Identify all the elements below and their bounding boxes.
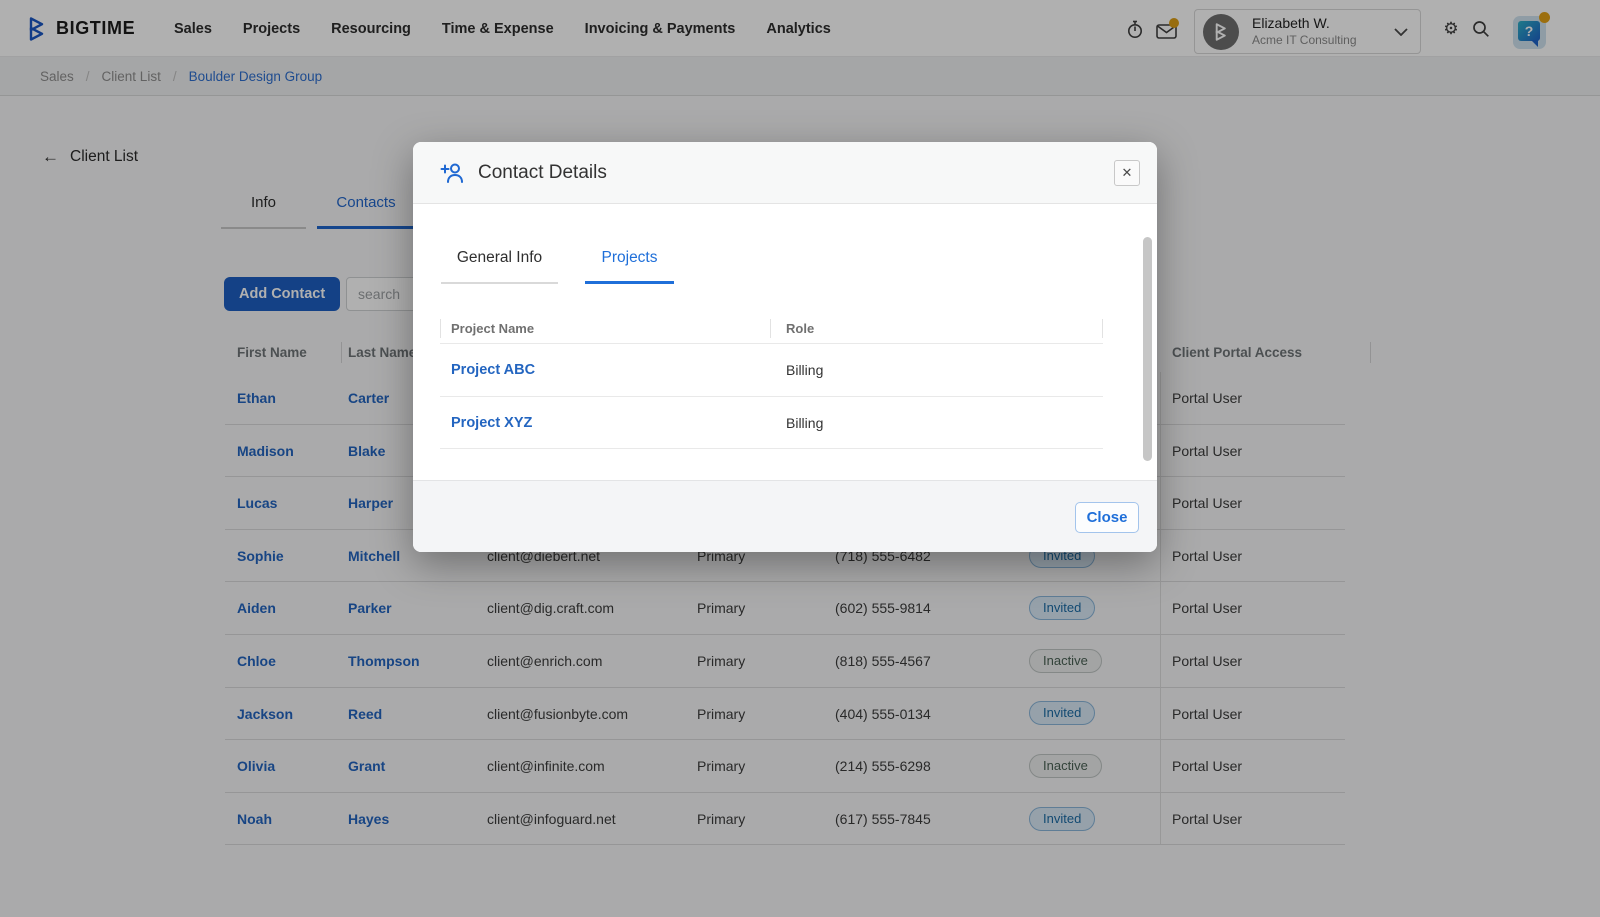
modal-footer: Close — [413, 480, 1157, 552]
table-row: Project ABC Billing — [440, 344, 1103, 397]
modal-title: Contact Details — [478, 162, 607, 184]
tab-projects[interactable]: Projects — [585, 249, 674, 284]
table-row: Project XYZ Billing — [440, 397, 1103, 450]
role-cell: Billing — [786, 344, 823, 397]
column-divider — [1102, 319, 1103, 338]
modal-table-header: Project Name Role — [440, 314, 1103, 344]
column-header-role[interactable]: Role — [786, 314, 814, 344]
column-header-project-name[interactable]: Project Name — [451, 314, 534, 344]
screen: BIGTIME Sales Projects Resourcing Time &… — [0, 0, 1600, 917]
contact-details-modal: Contact Details ✕ General Info Projects … — [413, 142, 1157, 552]
column-divider — [770, 319, 771, 338]
tab-general-info[interactable]: General Info — [441, 249, 558, 284]
modal-table-rows: Project ABC Billing Project XYZ Billing — [440, 344, 1103, 449]
modal-scrollbar[interactable] — [1143, 237, 1152, 461]
close-button[interactable]: Close — [1075, 502, 1139, 533]
role-cell: Billing — [786, 397, 823, 450]
close-icon[interactable]: ✕ — [1114, 160, 1140, 186]
column-divider — [440, 319, 441, 338]
project-link[interactable]: Project XYZ — [451, 397, 532, 450]
modal-tabs: General Info Projects — [441, 249, 674, 284]
project-link[interactable]: Project ABC — [451, 344, 535, 397]
add-person-icon — [440, 161, 466, 185]
modal-header: Contact Details ✕ — [413, 142, 1157, 204]
